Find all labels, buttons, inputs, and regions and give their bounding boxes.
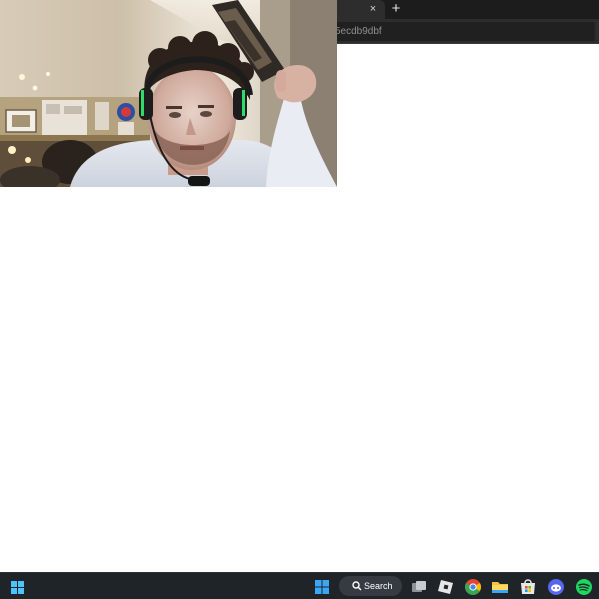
task-view-icon (412, 581, 426, 592)
task-view-button[interactable] (408, 576, 430, 598)
desktop-screen: × + 5ecdb9dbf Search (0, 0, 599, 599)
search-box[interactable]: Search (339, 576, 402, 596)
microsoft-store-button[interactable] (517, 576, 539, 598)
store-icon (521, 579, 535, 594)
windows-start-icon (315, 580, 329, 594)
search-icon (352, 581, 362, 591)
discord-icon (548, 579, 564, 595)
tab-close-button[interactable]: × (366, 1, 380, 17)
address-bar[interactable]: 5ecdb9dbf (330, 22, 595, 41)
taskbar: Search (0, 572, 599, 599)
roblox-icon (438, 580, 453, 594)
file-explorer-button[interactable] (489, 576, 511, 598)
discord-button[interactable] (545, 576, 567, 598)
search-label: Search (364, 581, 393, 591)
webcam-image (0, 0, 337, 187)
chrome-icon (465, 579, 481, 595)
start-button[interactable] (311, 576, 333, 598)
webcam-overlay (0, 0, 337, 187)
address-text: 5ecdb9dbf (335, 26, 382, 37)
roblox-button[interactable] (435, 576, 457, 598)
folder-icon (492, 582, 508, 593)
windows-logo-icon (11, 581, 24, 594)
spotify-button[interactable] (573, 576, 595, 598)
new-tab-button[interactable]: + (388, 0, 404, 18)
chrome-button[interactable] (462, 576, 484, 598)
spotify-icon (576, 579, 592, 595)
widgets-button[interactable] (7, 576, 29, 598)
